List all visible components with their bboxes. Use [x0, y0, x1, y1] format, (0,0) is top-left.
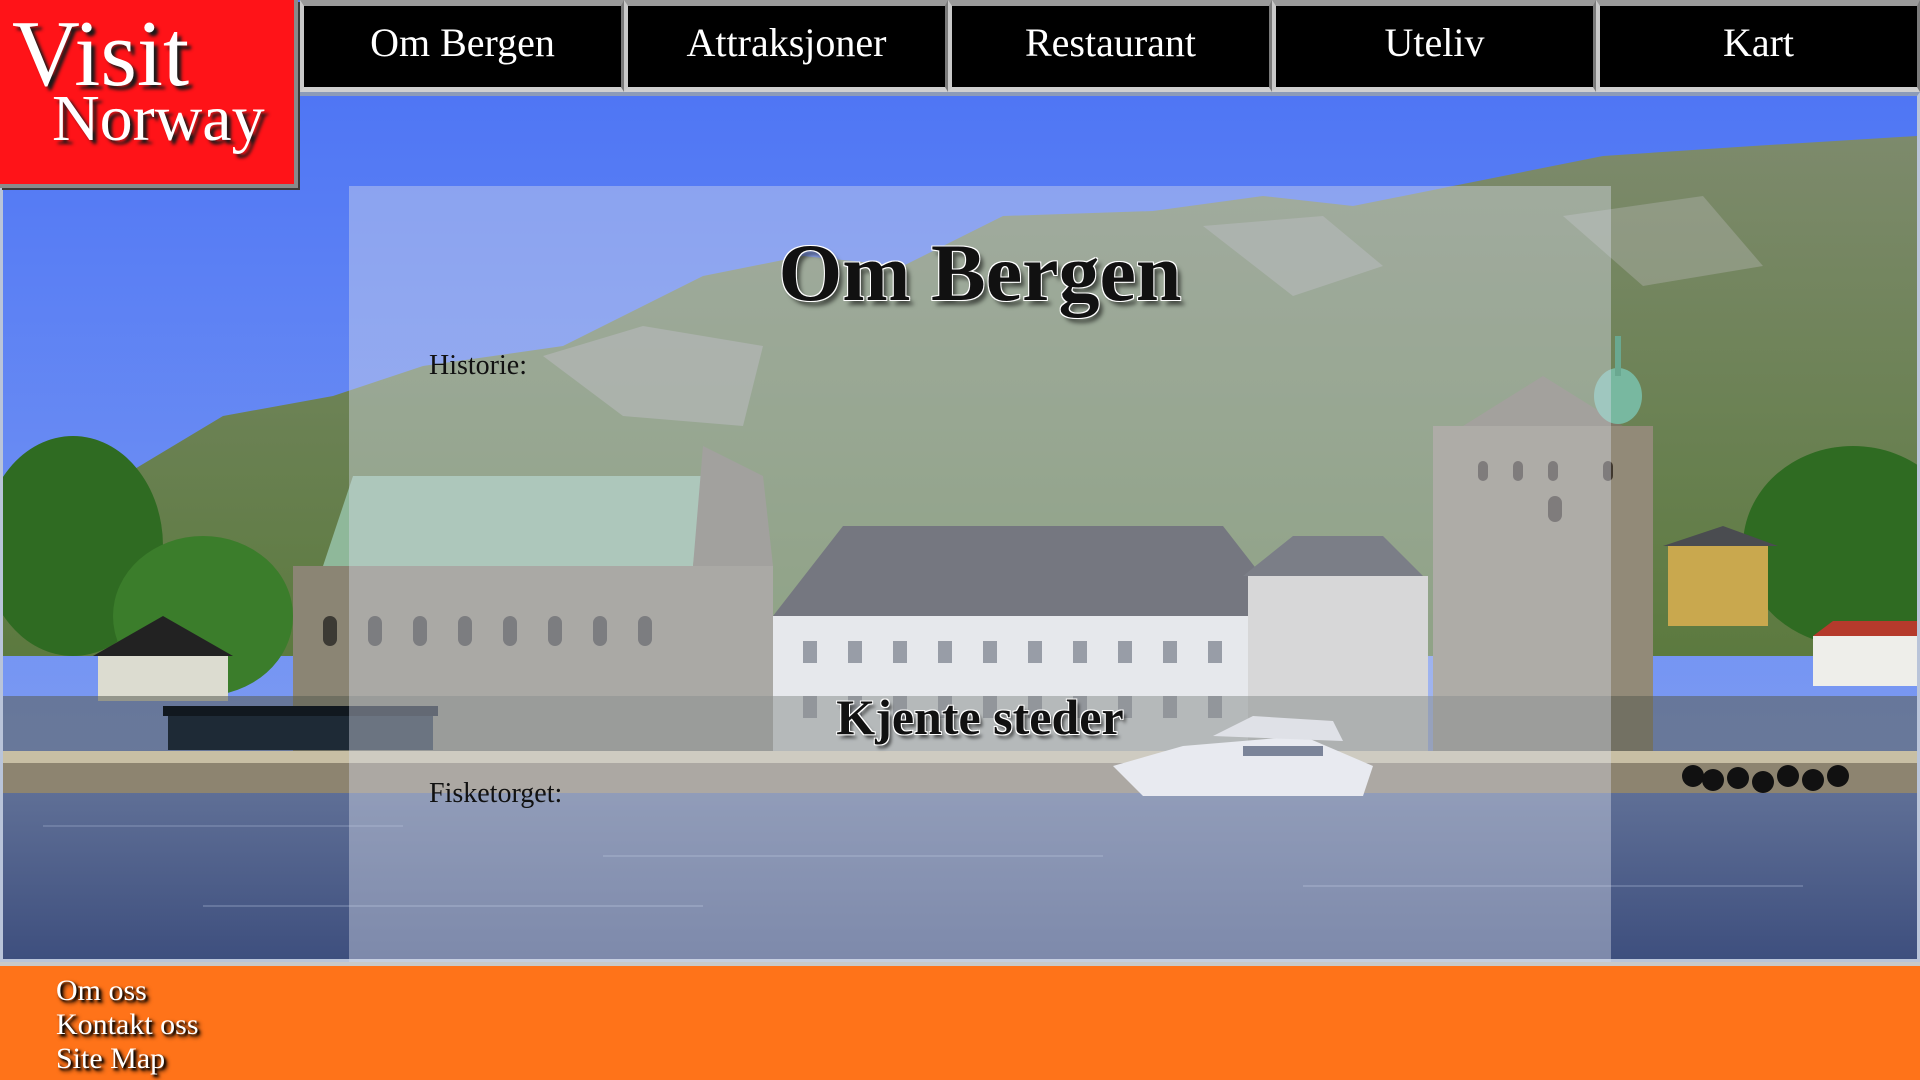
historie-label: Historie: — [429, 350, 527, 381]
fisketorget-label: Fisketorget: — [429, 778, 563, 809]
kjente-steder-heading: Kjente steder — [836, 689, 1124, 745]
nav-item-restaurant[interactable]: Restaurant — [948, 0, 1272, 92]
nav-item-om-bergen[interactable]: Om Bergen — [300, 0, 624, 92]
nav-item-attraksjoner[interactable]: Attraksjoner — [624, 0, 948, 92]
nav-item-label: Uteliv — [1384, 20, 1485, 65]
main-nav: Om Bergen Attraksjoner Restaurant Uteliv… — [300, 0, 1920, 92]
nav-item-label: Om Bergen — [370, 20, 555, 65]
footer-links: Om oss Kontakt oss Site Map — [56, 974, 199, 1076]
footer-link-kontakt-oss[interactable]: Kontakt oss — [56, 1008, 199, 1042]
visit-norway-logo[interactable]: Visit Norway — [0, 0, 298, 188]
footer: Om oss Kontakt oss Site Map — [0, 962, 1920, 1080]
logo-text-norway: Norway — [52, 82, 265, 155]
content-panel: Om Bergen Historie: Kjente steder Fisket… — [349, 186, 1611, 962]
footer-link-om-oss[interactable]: Om oss — [56, 974, 199, 1008]
footer-link-site-map[interactable]: Site Map — [56, 1042, 199, 1076]
nav-item-uteliv[interactable]: Uteliv — [1272, 0, 1596, 92]
nav-item-label: Attraksjoner — [686, 20, 887, 65]
nav-item-label: Kart — [1722, 20, 1795, 65]
page: Visit Norway Om Bergen Attraksjoner Rest… — [0, 0, 1920, 1080]
page-title: Om Bergen — [778, 227, 1182, 318]
nav-item-kart[interactable]: Kart — [1596, 0, 1920, 92]
nav-item-label: Restaurant — [1024, 20, 1197, 65]
